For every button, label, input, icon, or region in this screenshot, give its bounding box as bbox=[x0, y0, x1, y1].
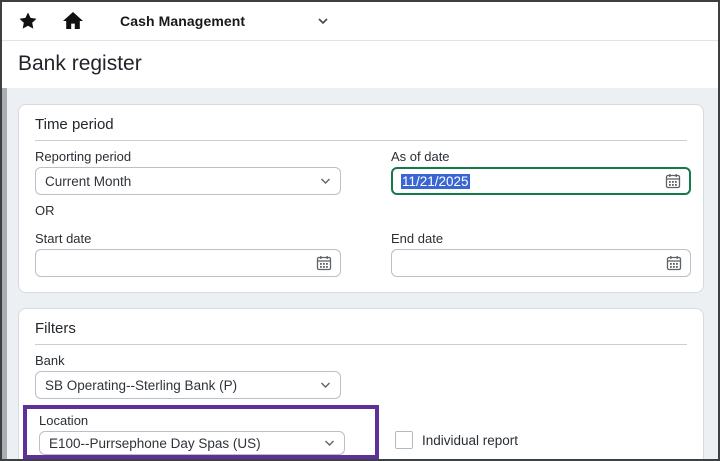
favorite-star-icon[interactable] bbox=[18, 11, 38, 31]
chevron-down-icon bbox=[317, 17, 329, 25]
chevron-down-icon bbox=[320, 382, 331, 389]
or-label: OR bbox=[35, 203, 55, 218]
individual-report-option: Individual report bbox=[395, 431, 518, 449]
individual-report-checkbox[interactable] bbox=[395, 431, 413, 449]
bank-select[interactable]: SB Operating--Sterling Bank (P) bbox=[35, 371, 341, 399]
filters-panel: Filters Bank SB Operating--Sterling Bank… bbox=[18, 308, 704, 461]
as-of-date-value: 11/21/2025 bbox=[401, 174, 470, 189]
app-menu-cash-management[interactable]: Cash Management bbox=[120, 13, 329, 29]
section-divider bbox=[35, 344, 687, 345]
home-icon[interactable] bbox=[62, 10, 84, 32]
end-date-input[interactable] bbox=[391, 249, 691, 277]
chevron-down-icon bbox=[324, 440, 335, 447]
calendar-icon[interactable] bbox=[665, 173, 681, 189]
calendar-icon[interactable] bbox=[666, 255, 682, 271]
filters-heading: Filters bbox=[35, 320, 76, 337]
location-value: E100--Purrsephone Day Spas (US) bbox=[49, 436, 261, 451]
reporting-period-select[interactable]: Current Month bbox=[35, 167, 341, 195]
as-of-date-input[interactable]: 11/21/2025 bbox=[391, 167, 691, 195]
end-date-label: End date bbox=[391, 231, 443, 246]
location-label: Location bbox=[39, 413, 88, 428]
start-date-label: Start date bbox=[35, 231, 91, 246]
location-select[interactable]: E100--Purrsephone Day Spas (US) bbox=[39, 431, 345, 455]
app-menu-label: Cash Management bbox=[120, 13, 245, 29]
section-divider bbox=[35, 140, 687, 141]
bank-value: SB Operating--Sterling Bank (P) bbox=[45, 378, 237, 393]
page-title: Bank register bbox=[18, 52, 142, 76]
individual-report-label: Individual report bbox=[422, 433, 518, 448]
reporting-period-label: Reporting period bbox=[35, 149, 131, 164]
time-period-heading: Time period bbox=[35, 116, 114, 133]
reporting-period-value: Current Month bbox=[45, 174, 131, 189]
as-of-date-label: As of date bbox=[391, 149, 450, 164]
bank-label: Bank bbox=[35, 353, 65, 368]
chevron-down-icon bbox=[320, 178, 331, 185]
left-edge-strip bbox=[2, 88, 7, 459]
calendar-icon[interactable] bbox=[316, 255, 332, 271]
top-navigation-bar: Cash Management bbox=[2, 2, 718, 41]
app-window: Cash Management Bank register Time perio… bbox=[0, 0, 720, 461]
start-date-input[interactable] bbox=[35, 249, 341, 277]
time-period-panel: Time period Reporting period Current Mon… bbox=[18, 104, 704, 293]
